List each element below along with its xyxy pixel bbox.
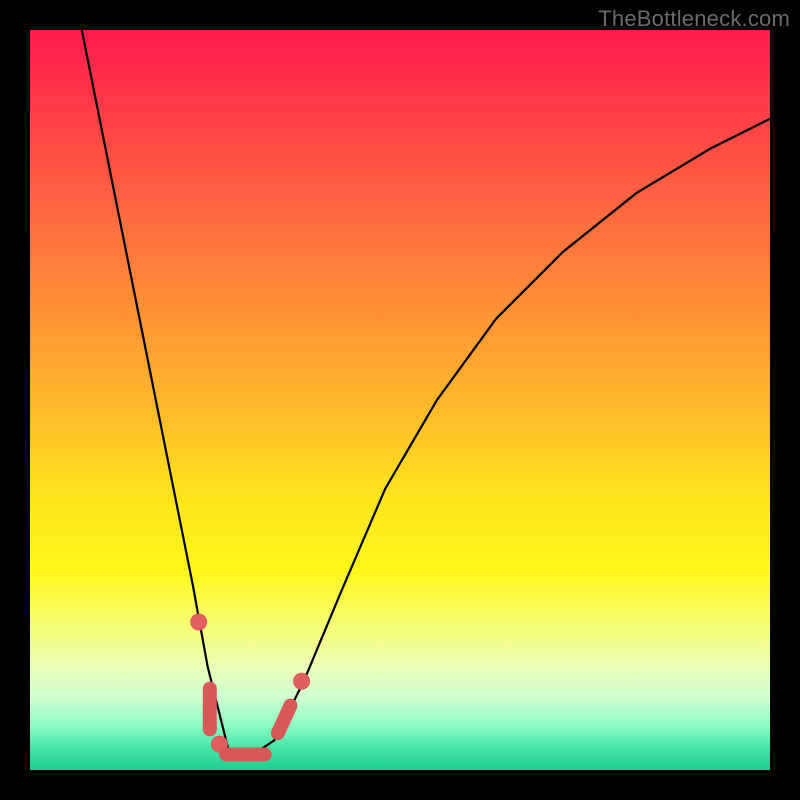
marker-dot: [294, 673, 310, 689]
plot-area: [30, 30, 770, 770]
bottleneck-chart: [30, 30, 770, 770]
watermark-text: TheBottleneck.com: [598, 6, 790, 32]
bottleneck-curve: [82, 30, 770, 755]
data-markers: [191, 614, 310, 754]
marker-dot: [191, 614, 207, 630]
marker-pill: [278, 706, 291, 733]
chart-frame: TheBottleneck.com: [0, 0, 800, 800]
